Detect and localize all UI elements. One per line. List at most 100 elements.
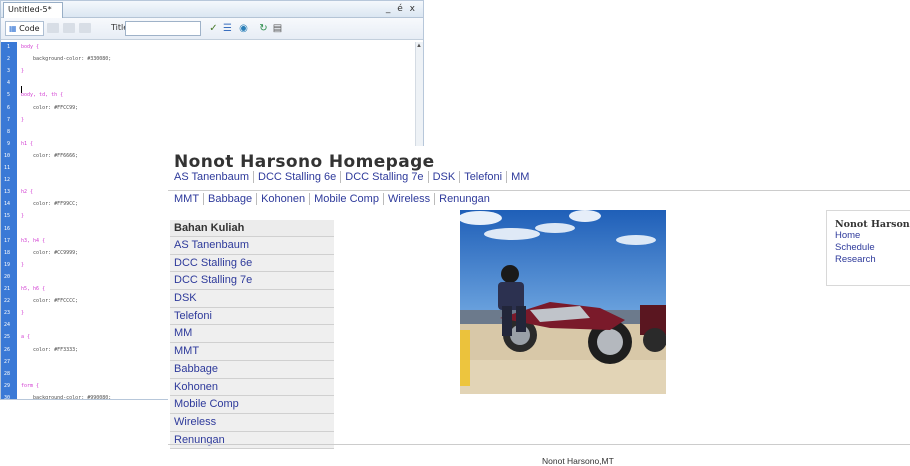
nav-link-dcc-stalling-6e[interactable]: DCC Stalling 6e	[253, 171, 340, 183]
code-selector: }	[21, 261, 25, 268]
code-line[interactable]: }	[21, 68, 24, 74]
code-view-label: Code	[19, 24, 40, 33]
refresh-icon[interactable]: ↻	[257, 22, 270, 35]
line-number: 18	[3, 249, 10, 256]
sidebar-item-mobile-comp[interactable]: Mobile Comp	[170, 396, 334, 414]
profile-link-research[interactable]: Research	[835, 254, 910, 266]
code-line[interactable]: color: #FFCCCC;	[21, 298, 78, 304]
scroll-up-icon[interactable]: ▲	[416, 43, 422, 49]
code-line[interactable]: }	[21, 213, 24, 219]
line-number: 16	[3, 225, 10, 232]
line-number: 24	[3, 322, 10, 329]
footer-divider	[168, 444, 910, 445]
profile-box: Nonot Harsono Home Schedule Research	[826, 210, 910, 286]
sidebar-item-mm[interactable]: MM	[170, 325, 334, 344]
motorcycle-photo	[460, 210, 666, 394]
nav-link-dcc-stalling-7e[interactable]: DCC Stalling 7e	[340, 171, 427, 183]
view-options-icon[interactable]: ▤	[271, 22, 284, 35]
code-property: color: #FF3333;	[21, 346, 79, 353]
split-view-button[interactable]	[47, 23, 59, 33]
code-selector: h3, h4 {	[21, 237, 46, 244]
code-line[interactable]: color: #FF99CC;	[21, 201, 78, 207]
line-number: 1	[6, 44, 10, 50]
window-controls[interactable]: _ é x	[386, 4, 417, 14]
nav-link-telefoni[interactable]: Telefoni	[459, 171, 506, 183]
code-line[interactable]: h2 {	[21, 189, 33, 195]
nav-link-wireless[interactable]: Wireless	[382, 193, 434, 205]
code-selector: h2 {	[21, 189, 34, 196]
editor-titlebar: Untitled-5* _ é x	[1, 1, 423, 18]
code-view-icon: ▦	[9, 24, 17, 33]
code-line[interactable]: h5, h6 {	[21, 286, 45, 292]
line-number: 12	[3, 177, 10, 184]
code-selector: h1 {	[21, 140, 34, 147]
code-view-button[interactable]: ▦ Code	[5, 21, 44, 36]
profile-link-schedule[interactable]: Schedule	[835, 242, 910, 254]
code-line[interactable]: background-color: #990080;	[21, 395, 111, 399]
nav-link-mmt[interactable]: MMT	[172, 193, 203, 205]
line-number: 4	[6, 80, 10, 87]
nav-link-mobile-comp[interactable]: Mobile Comp	[309, 193, 383, 205]
code-property: color: #FFCC99;	[21, 104, 79, 111]
nav-link-renungan[interactable]: Renungan	[434, 193, 494, 205]
sidebar-item-kohonen[interactable]: Kohonen	[170, 378, 334, 397]
line-number: 28	[3, 370, 10, 377]
sidebar-item-dcc-stalling-7e[interactable]: DCC Stalling 7e	[170, 272, 334, 291]
code-line[interactable]: body, td, th {	[21, 92, 63, 98]
sidebar-item-mmt[interactable]: MMT	[170, 343, 334, 361]
line-number: 9	[6, 140, 10, 147]
nav-link-babbage[interactable]: Babbage	[203, 193, 256, 205]
code-line[interactable]: }	[21, 310, 24, 316]
title-input[interactable]	[125, 21, 201, 36]
line-number: 8	[6, 128, 10, 135]
code-line[interactable]: color: #FF6666;	[21, 153, 78, 159]
nav-link-kohonen[interactable]: Kohonen	[256, 193, 309, 205]
sidebar-item-renungan[interactable]: Renungan	[170, 431, 334, 450]
line-number: 21	[3, 286, 10, 292]
code-line[interactable]: }	[21, 262, 24, 268]
code-line[interactable]: a {	[21, 334, 30, 340]
sidebar-item-telefoni[interactable]: Telefoni	[170, 307, 334, 326]
code-property: color: #FF99CC;	[21, 201, 79, 208]
sidebar-item-dsk[interactable]: DSK	[170, 290, 334, 308]
code-line[interactable]: background-color: #330080;	[21, 56, 111, 62]
code-line[interactable]: }	[21, 117, 24, 123]
design-view-button[interactable]	[63, 23, 75, 33]
sidebar-menu: Bahan Kuliah AS Tanenbaum DCC Stalling 6…	[170, 220, 334, 450]
nav-link-as-tanenbaum[interactable]: AS Tanenbaum	[172, 171, 253, 183]
line-number: 11	[3, 165, 10, 171]
line-number: 5	[6, 92, 10, 99]
document-tab[interactable]: Untitled-5*	[3, 2, 63, 18]
line-number: 27	[3, 358, 10, 365]
line-number: 6	[6, 104, 10, 111]
top-nav-row-1: AS Tanenbaum DCC Stalling 6e DCC Stalling …	[172, 171, 533, 183]
sidebar-item-babbage[interactable]: Babbage	[170, 360, 334, 379]
live-view-button[interactable]	[79, 23, 91, 33]
sidebar-item-dcc-stalling-6e[interactable]: DCC Stalling 6e	[170, 254, 334, 273]
line-number: 23	[3, 310, 10, 317]
code-line[interactable]: color: #FF3333;	[21, 347, 78, 353]
code-selector: }	[21, 68, 25, 75]
sidebar-item-as-tanenbaum[interactable]: AS Tanenbaum	[170, 237, 334, 255]
preview-icon[interactable]: ☰	[221, 22, 234, 35]
nav-link-mm[interactable]: MM	[506, 171, 533, 183]
code-line[interactable]: h1 {	[21, 141, 33, 147]
nav-link-dsk[interactable]: DSK	[427, 171, 460, 183]
footer-text: Nonot Harsono,MT	[542, 456, 614, 466]
profile-link-home[interactable]: Home	[835, 230, 910, 242]
code-selector: body, td, th {	[21, 92, 64, 99]
code-property: background-color: #330080;	[21, 56, 112, 63]
code-line[interactable]: color: #FFCC99;	[21, 105, 78, 111]
code-selector: form {	[21, 382, 40, 389]
code-line[interactable]: form {	[21, 383, 39, 389]
file-management-icon[interactable]: ✓	[207, 22, 220, 35]
code-line[interactable]: h3, h4 {	[21, 238, 45, 244]
code-line[interactable]: body {	[21, 44, 39, 50]
browser-globe-icon[interactable]: ◉	[237, 22, 250, 35]
line-number: 10	[3, 152, 10, 159]
sidebar-heading: Bahan Kuliah	[170, 220, 334, 237]
sidebar-item-wireless[interactable]: Wireless	[170, 413, 334, 432]
code-line[interactable]: color: #CC9999;	[21, 250, 78, 256]
line-number: 30	[3, 394, 10, 400]
code-property: color: #FFCCCC;	[21, 298, 79, 305]
